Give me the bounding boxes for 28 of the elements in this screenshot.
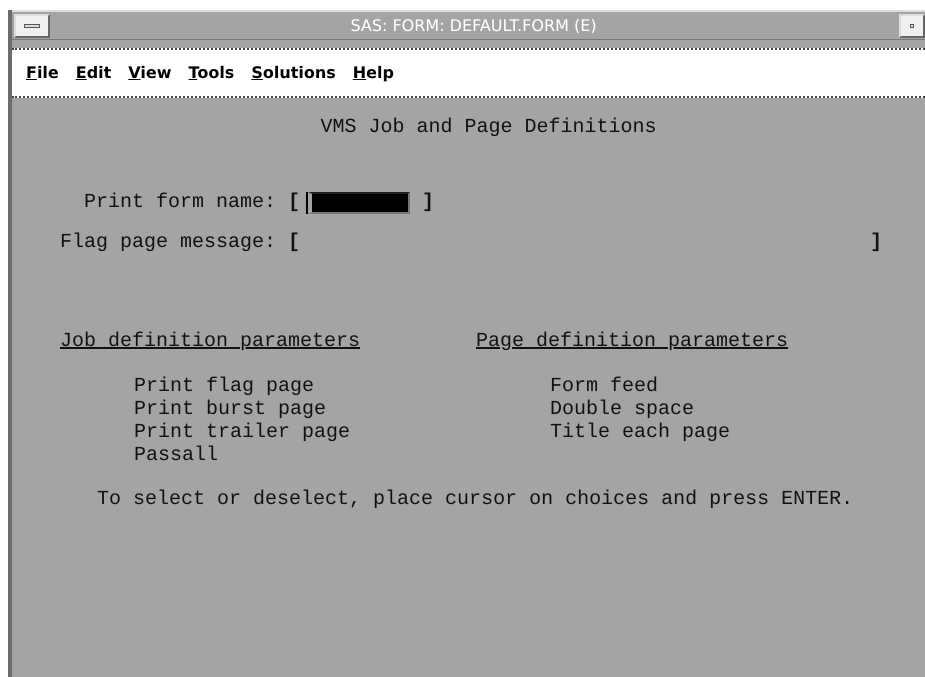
choice-option[interactable]: Form feed <box>550 375 658 398</box>
bracket: ] <box>870 231 882 254</box>
menu-item[interactable]: File <box>26 61 59 85</box>
group-heading: Page definition parameters <box>476 330 788 353</box>
choice-option[interactable]: Print flag page <box>134 375 314 398</box>
choice-option[interactable]: Print burst page <box>134 398 326 421</box>
field-label: Print form name: <box>84 191 276 214</box>
choice-option[interactable]: Passall <box>134 444 218 467</box>
field-label: Flag page message: <box>60 231 276 254</box>
bracket: [ <box>288 231 300 254</box>
choice-option[interactable]: Double space <box>550 398 694 421</box>
window-title: SAS: FORM: DEFAULT.FORM (E) <box>349 14 598 36</box>
minimize-button[interactable] <box>899 14 925 38</box>
input-field[interactable] <box>308 192 410 214</box>
instruction-text: To select or deselect, place cursor on choices and press ENTER. <box>96 488 854 511</box>
minus-icon <box>24 24 40 28</box>
bracket: [ <box>288 191 300 214</box>
choice-option[interactable]: Print trailer page <box>134 421 350 444</box>
menu-item[interactable]: Tools <box>188 61 234 85</box>
group-heading: Job definition parameters <box>60 330 360 353</box>
window-menu-button[interactable] <box>14 14 50 38</box>
choice-option[interactable]: Title each page <box>550 421 730 444</box>
menu-item[interactable]: Help <box>352 61 394 85</box>
menu-item[interactable]: Solutions <box>251 61 336 85</box>
menu-item[interactable]: Edit <box>76 61 112 85</box>
bracket: ] <box>422 191 434 214</box>
menu-item[interactable]: View <box>128 61 172 85</box>
form-heading: VMS Job and Page Definitions <box>320 116 657 139</box>
